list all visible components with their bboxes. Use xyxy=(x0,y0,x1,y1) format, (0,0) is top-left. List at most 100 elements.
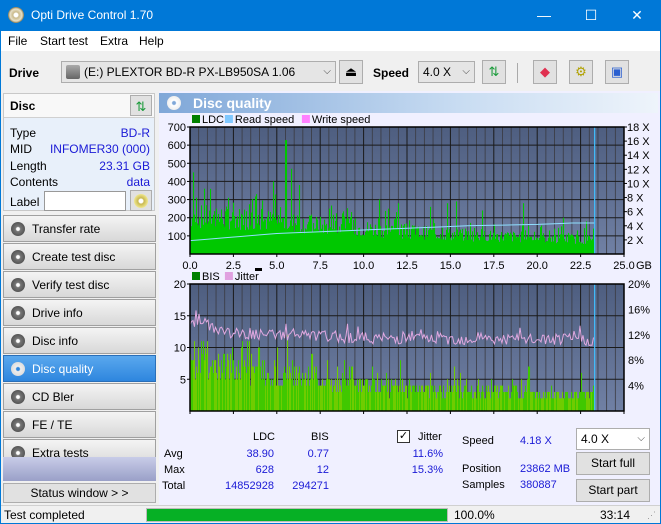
nav-cd-bler[interactable]: CD Bler xyxy=(3,383,156,410)
ldc-bar xyxy=(499,241,501,254)
start-full-button[interactable]: Start full xyxy=(576,452,650,475)
ldc-bar xyxy=(241,213,243,254)
bis-bar xyxy=(434,385,436,411)
nav-transfer-rate[interactable]: Transfer rate xyxy=(3,215,156,242)
ldc-bar xyxy=(278,215,280,254)
ldc-bar xyxy=(290,220,292,254)
bis-bar xyxy=(299,366,301,411)
bis-bar xyxy=(214,360,216,411)
menu-extra[interactable]: Extra xyxy=(100,34,128,48)
bis-bar xyxy=(572,398,574,411)
bis-bar xyxy=(219,366,221,411)
ldc-bar xyxy=(476,234,478,254)
bis-bar xyxy=(273,379,275,411)
bis-bar xyxy=(496,391,498,411)
ldc-bar xyxy=(266,228,268,254)
bis-bar xyxy=(330,385,332,411)
menu-help[interactable]: Help xyxy=(139,34,164,48)
ldc-bar xyxy=(543,233,545,254)
bis-bar xyxy=(349,366,351,411)
bis-bar xyxy=(534,391,536,411)
ldc-bar xyxy=(545,242,547,254)
label-disc-button[interactable] xyxy=(130,190,152,211)
avg-bis: 0.77 xyxy=(307,448,329,460)
eject-button[interactable]: ⏏ xyxy=(339,60,363,84)
ldc-bar xyxy=(511,234,513,254)
ldc-bar xyxy=(348,218,350,254)
save-button[interactable]: ▣ xyxy=(605,60,629,84)
nav-drive-info[interactable]: Drive info xyxy=(3,299,156,326)
nav-create-test-disc[interactable]: Create test disc xyxy=(3,243,156,270)
bis-bar xyxy=(293,385,295,411)
jitter-checkbox[interactable]: ✓ xyxy=(397,430,410,443)
settings-button[interactable]: ⚙ xyxy=(569,60,593,84)
ldc-bar xyxy=(583,243,585,254)
nav-disc-quality[interactable]: Disc quality xyxy=(3,355,156,382)
bis-bar xyxy=(495,385,497,411)
start-part-button[interactable]: Start part xyxy=(576,479,650,502)
ldc-bar xyxy=(530,236,532,254)
ldc-bar xyxy=(467,239,469,254)
menu-file[interactable]: File xyxy=(8,34,27,48)
menu-start-test[interactable]: Start test xyxy=(40,34,88,48)
ldc-bar xyxy=(397,228,399,254)
nav-disc-info[interactable]: Disc info xyxy=(3,327,156,354)
ldc-bar xyxy=(360,235,362,254)
bis-bar xyxy=(233,360,235,411)
bis-jitter-chart: BISJitter51015204%8%12%16%20%0.02.55.07.… xyxy=(174,268,650,414)
refresh-button[interactable]: ⇅ xyxy=(482,60,506,84)
drive-select[interactable]: (E:) PLEXTOR BD-R PX-LB950SA 1.06 ⌵ xyxy=(61,61,336,83)
bis-bar xyxy=(255,366,257,411)
ldc-bar xyxy=(515,235,517,254)
y-tick-label: 15 xyxy=(174,311,186,323)
ldc-bar xyxy=(192,218,194,254)
bis-bar xyxy=(447,379,449,411)
bis-bar xyxy=(244,360,246,411)
ldc-bar xyxy=(311,214,313,254)
bis-bar xyxy=(393,385,395,411)
bis-bar xyxy=(271,379,273,411)
ldc-bar xyxy=(350,217,352,254)
ldc-bar xyxy=(265,219,267,254)
y-tick-label: 300 xyxy=(168,195,186,207)
ldc-bar xyxy=(459,231,461,254)
bis-bar xyxy=(529,366,531,411)
resize-grip-icon[interactable]: ⋰ xyxy=(647,510,656,521)
ldc-bar xyxy=(291,168,293,254)
minimize-button[interactable]: — xyxy=(521,0,567,31)
bis-bar xyxy=(399,385,401,411)
bis-bar xyxy=(253,366,255,411)
disc-refresh-button[interactable]: ⇅ xyxy=(130,95,152,116)
bis-bar xyxy=(400,360,402,411)
label-input[interactable] xyxy=(44,191,126,211)
bis-bar xyxy=(563,398,565,411)
ldc-bar xyxy=(299,185,301,254)
bis-bar xyxy=(470,391,472,411)
y2-tick-label: 20% xyxy=(628,279,650,291)
ldc-bar xyxy=(322,224,324,254)
bis-bar xyxy=(227,353,229,411)
bis-bar xyxy=(234,379,236,411)
close-button[interactable]: ✕ xyxy=(614,0,660,31)
bis-bar xyxy=(519,398,521,411)
ldc-bar xyxy=(216,208,218,254)
bis-bar xyxy=(237,379,239,411)
maximize-button[interactable]: ☐ xyxy=(568,0,614,31)
ldc-bar xyxy=(447,203,449,254)
erase-button[interactable]: ◆ xyxy=(533,60,557,84)
ldc-bar xyxy=(262,200,264,254)
bis-bar xyxy=(297,385,299,411)
test-speed-select[interactable]: 4.0 X ⌵ xyxy=(576,428,650,450)
bis-bar xyxy=(550,398,552,411)
bis-bar xyxy=(542,398,544,411)
bis-bar xyxy=(339,379,341,411)
nav-fe-te[interactable]: FE / TE xyxy=(3,411,156,438)
ldc-bar xyxy=(395,218,397,254)
nav-verify-test-disc[interactable]: Verify test disc xyxy=(3,271,156,298)
bis-bar xyxy=(408,385,410,411)
ldc-bar xyxy=(433,219,435,254)
speed-select[interactable]: 4.0 X ⌵ xyxy=(418,61,475,83)
bis-bar xyxy=(284,366,286,411)
ldc-bar xyxy=(572,234,574,254)
status-window-button[interactable]: Status window > > xyxy=(3,483,156,503)
